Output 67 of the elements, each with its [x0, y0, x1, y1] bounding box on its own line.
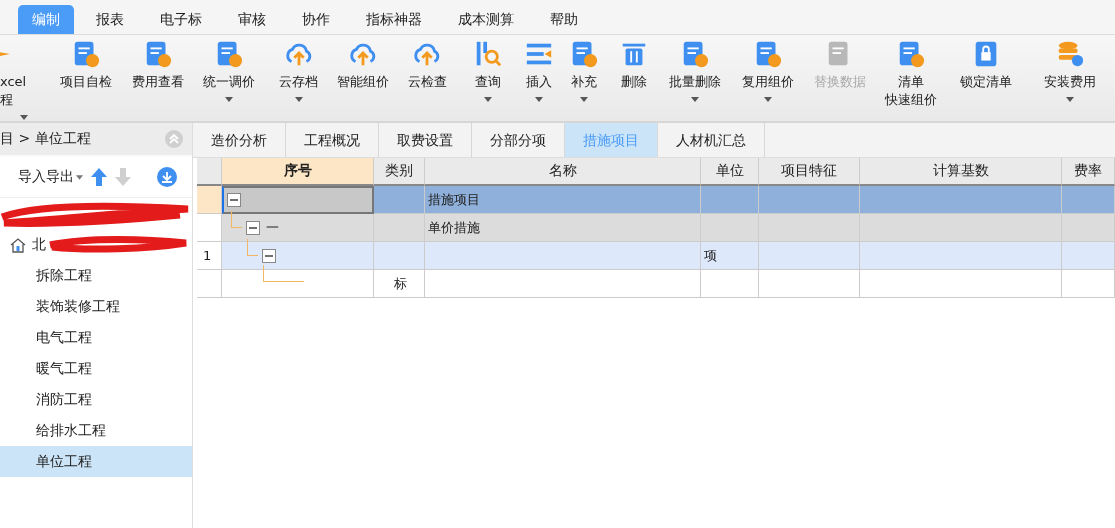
import-export-dropdown[interactable]: 导入导出 [18, 168, 74, 186]
menu-tab[interactable]: 帮助 [536, 5, 592, 34]
tab[interactable]: 工程概况 [286, 123, 379, 157]
toolbar-button[interactable]: 清单 快速组价 [875, 35, 947, 121]
toolbar-button[interactable]: 统一调价 [193, 35, 265, 121]
toolbar-button[interactable]: 补充 [561, 35, 607, 121]
tree-item[interactable]: 拆除工程 [0, 260, 192, 291]
menu-tab[interactable]: 报表 [82, 5, 138, 34]
table-cell: 项 [701, 242, 759, 270]
collapse-toggle-icon[interactable] [227, 193, 241, 207]
toolbar-button[interactable]: 锁定清单 [947, 35, 1025, 121]
toolbar-button[interactable]: 复用组价 [730, 35, 805, 121]
menu-tab[interactable]: 指标神器 [352, 5, 436, 34]
tab[interactable]: 人材机汇总 [658, 123, 765, 157]
collapse-toggle-icon[interactable] [246, 220, 260, 235]
tree-item[interactable]: 给排水工程 [0, 415, 192, 446]
toolbar-button[interactable]: 项目自检 [50, 35, 122, 121]
column-header[interactable]: 序号 [222, 158, 374, 186]
table-cell [701, 186, 759, 214]
tab[interactable]: 取费设置 [379, 123, 472, 157]
project-name[interactable]: 北 [32, 235, 46, 254]
table-cell [701, 214, 759, 242]
tree-item[interactable]: 单位工程 [0, 446, 192, 477]
column-header[interactable]: 费率 [1062, 158, 1115, 186]
column-header[interactable]: 名称 [425, 158, 701, 186]
tree-item[interactable]: 装饰装修工程 [0, 291, 192, 322]
toolbar-button[interactable]: 云检查 [394, 35, 460, 121]
toolbar-button[interactable]: xcel 程 [0, 35, 50, 121]
home-icon [10, 236, 26, 253]
menu-tab[interactable]: 审核 [224, 5, 280, 34]
collapse-toggle-icon[interactable] [262, 248, 276, 263]
toolbar-button[interactable]: 智能组价 [332, 35, 394, 121]
up-arrow-icon[interactable] [91, 168, 107, 186]
column-header[interactable]: 类别 [374, 158, 425, 186]
tree-item[interactable]: 电气工程 [0, 322, 192, 353]
column-header[interactable]: 计算基数 [860, 158, 1062, 186]
table-cell [1062, 214, 1115, 242]
caret-icon [76, 174, 83, 180]
tree-item[interactable]: 暖气工程 [0, 353, 192, 384]
table-cell [701, 270, 759, 298]
download-icon[interactable] [157, 167, 177, 187]
menu-tab[interactable]: 协作 [288, 5, 344, 34]
toolbar-button[interactable]: 查询 [460, 35, 516, 121]
toolbar-button[interactable]: 批量删除 [660, 35, 730, 121]
table-cell: 措施项目 [425, 186, 701, 214]
breadcrumb: 目 > 单位工程 [0, 130, 91, 148]
table-cell: 一 [266, 218, 279, 237]
table-cell [1062, 186, 1115, 214]
toolbar-button[interactable]: 费用查看 [122, 35, 193, 121]
tree-line [231, 211, 242, 228]
row-number: 1 [197, 242, 222, 270]
toolbar-button[interactable]: 安装费用 [1025, 35, 1115, 121]
toolbar-button[interactable]: 插入 [516, 35, 561, 121]
tree-line [247, 239, 258, 256]
menu-tab[interactable]: 成本测算 [444, 5, 528, 34]
toolbar-button[interactable]: 云存档 [265, 35, 332, 121]
header-corner[interactable] [197, 158, 222, 186]
table-cell: 单价措施 [425, 214, 701, 242]
column-header[interactable]: 项目特征 [759, 158, 860, 186]
table-cell [1062, 242, 1115, 270]
toolbar-button[interactable]: 删除 [607, 35, 660, 121]
tab[interactable]: 造价分析 [193, 123, 286, 157]
column-header[interactable]: 单位 [701, 158, 759, 186]
tree-line [263, 265, 304, 282]
table-cell: 标 [374, 270, 425, 298]
menu-tab[interactable]: 电子标 [146, 5, 216, 34]
tree-item[interactable]: 消防工程 [0, 384, 192, 415]
